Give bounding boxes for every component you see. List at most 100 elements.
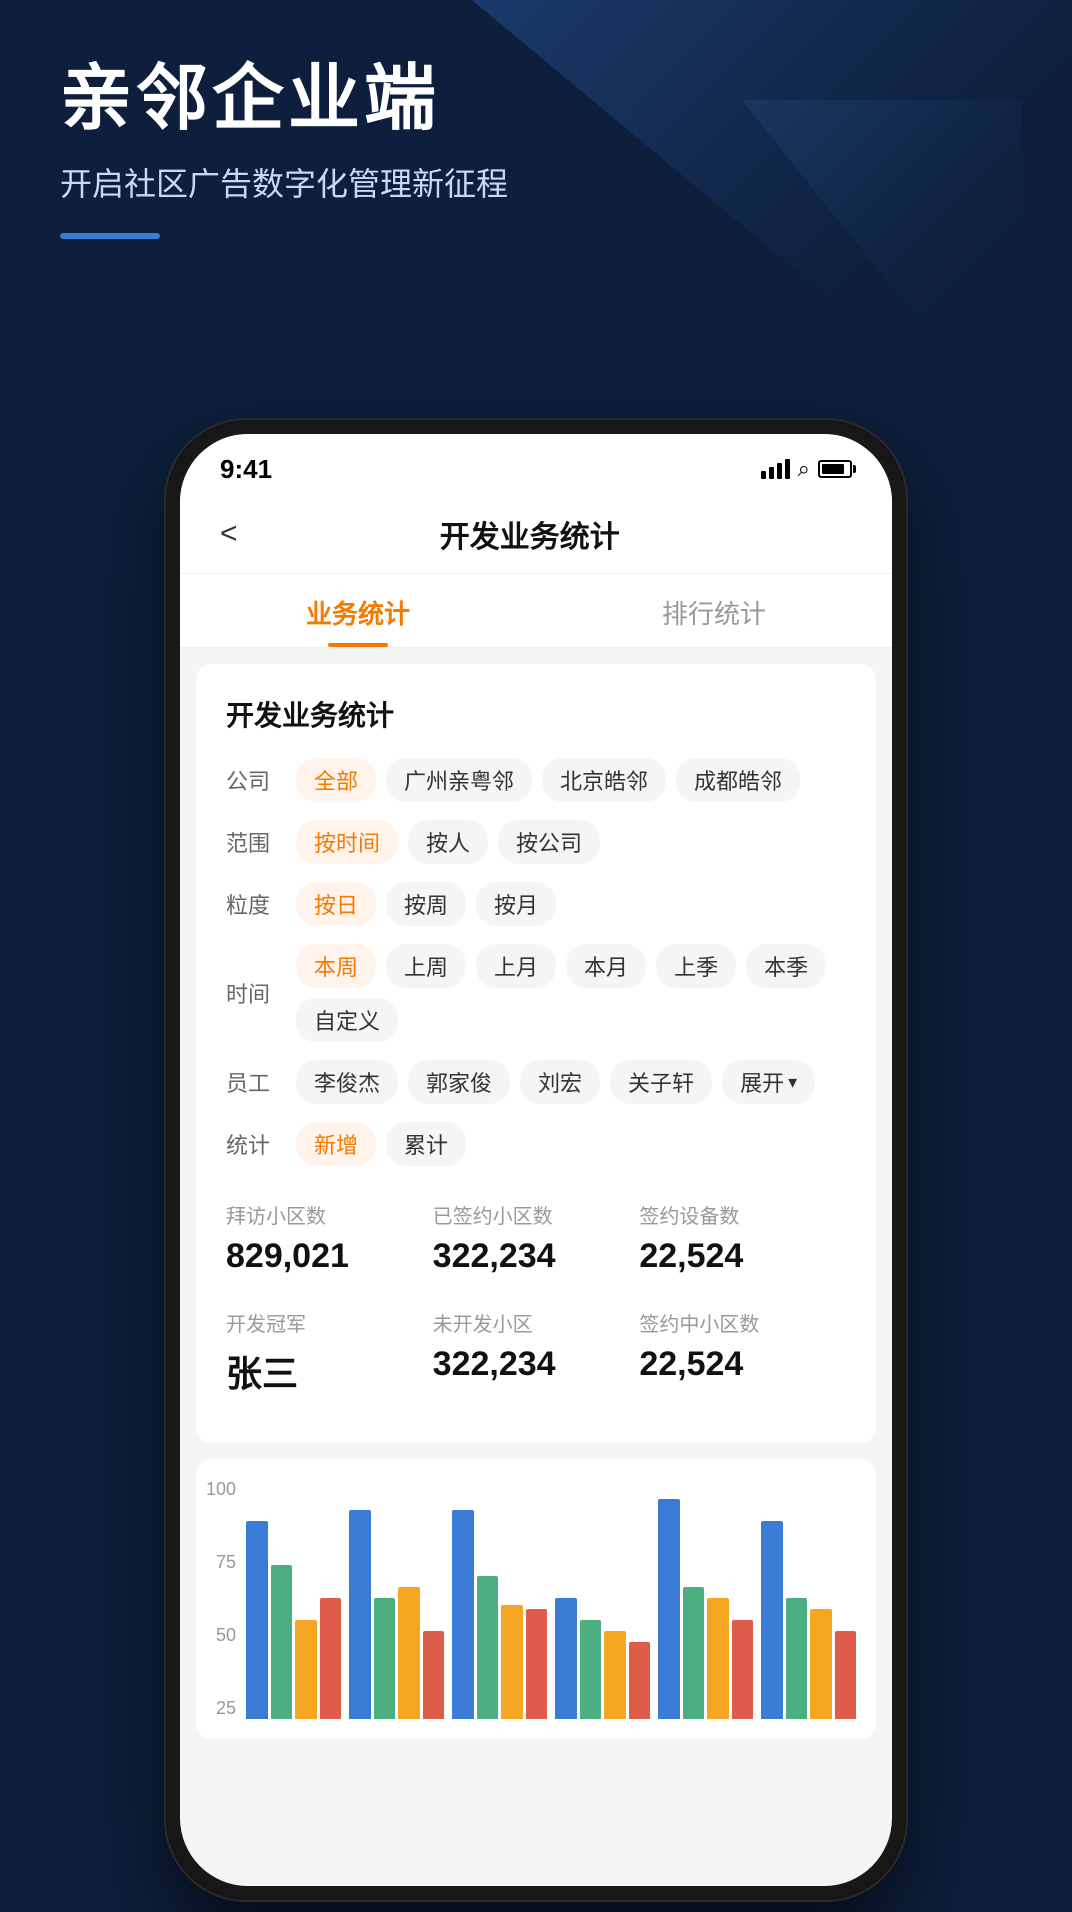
tabs-bar: 业务统计 排行统计 (180, 574, 892, 648)
tag-expand[interactable]: 展开 ▾ (722, 1060, 815, 1104)
time-label: 时间 (226, 977, 286, 1009)
tag-this-week[interactable]: 本周 (296, 944, 376, 988)
bar-orange-5 (810, 1609, 832, 1719)
stat-value-devices: 22,524 (639, 1237, 846, 1276)
tag-last-quarter[interactable]: 上季 (656, 944, 736, 988)
stat-label-devices: 签约设备数 (639, 1200, 846, 1229)
back-button[interactable]: < (210, 507, 248, 561)
bar-green-4 (683, 1587, 705, 1719)
tag-guojiajun[interactable]: 郭家俊 (408, 1060, 510, 1104)
bar-red-2 (526, 1609, 548, 1719)
bar-chart: 100 75 50 25 (196, 1459, 876, 1739)
bar-group-3 (555, 1598, 650, 1719)
bar-red-1 (423, 1631, 445, 1719)
tag-last-week[interactable]: 上周 (386, 944, 466, 988)
bar-blue-5 (761, 1521, 783, 1719)
phone-outer-frame: 9:41 ⌕ (166, 420, 906, 1900)
signal-icon (761, 459, 790, 479)
bar-red-4 (732, 1620, 754, 1719)
y-label-50: 50 (216, 1625, 236, 1646)
blue-bar-decoration (60, 233, 160, 239)
stat-value-champion: 张三 (226, 1345, 433, 1397)
content-area: 开发业务统计 公司 全部 广州亲粤邻 北京皓邻 成都皓邻 (180, 648, 892, 1886)
range-label: 范围 (226, 826, 286, 858)
tag-cumulative[interactable]: 累计 (386, 1122, 466, 1166)
bar-red-5 (835, 1631, 857, 1719)
phone-mockup: 9:41 ⌕ (166, 420, 906, 1900)
chart-bars (246, 1479, 856, 1719)
range-tags: 按时间 按人 按公司 (296, 820, 846, 864)
bar-blue-1 (349, 1510, 371, 1719)
header-section: 亲邻企业端 开启社区广告数字化管理新征程 (60, 60, 508, 239)
bar-orange-2 (501, 1605, 523, 1719)
tag-custom[interactable]: 自定义 (296, 998, 398, 1042)
stat-in-progress: 签约中小区数 22,524 (639, 1292, 846, 1413)
bar-group-2 (452, 1510, 547, 1719)
bar-group-4 (658, 1499, 753, 1719)
time-tags: 本周 上周 上月 本月 上季 本季 自定义 (296, 944, 846, 1042)
tag-new[interactable]: 新增 (296, 1122, 376, 1166)
stats-grid: 拜访小区数 829,021 已签约小区数 322,234 签约设备数 22,52… (226, 1184, 846, 1413)
tab-business-stats[interactable]: 业务统计 (180, 574, 536, 647)
stat-undeveloped: 未开发小区 322,234 (433, 1292, 640, 1413)
stat-value-signed: 322,234 (433, 1237, 640, 1276)
stat-value-in-progress: 22,524 (639, 1345, 846, 1384)
bar-orange-1 (398, 1587, 420, 1719)
stat-label-in-progress: 签约中小区数 (639, 1308, 846, 1337)
sub-title: 开启社区广告数字化管理新征程 (60, 159, 508, 205)
wifi-icon: ⌕ (798, 456, 810, 482)
time-filter-row: 时间 本周 上周 上月 本月 上季 本季 自定义 (226, 944, 846, 1042)
y-label-75: 75 (216, 1552, 236, 1573)
bar-red-0 (320, 1598, 342, 1719)
tag-by-month[interactable]: 按月 (476, 882, 556, 926)
bar-green-1 (374, 1598, 396, 1719)
tag-by-week[interactable]: 按周 (386, 882, 466, 926)
tag-by-time[interactable]: 按时间 (296, 820, 398, 864)
bar-group-0 (246, 1521, 341, 1719)
stat-signed-communities: 已签约小区数 322,234 (433, 1184, 640, 1292)
company-filter-row: 公司 全部 广州亲粤邻 北京皓邻 成都皓邻 (226, 758, 846, 802)
tag-by-person[interactable]: 按人 (408, 820, 488, 864)
bar-green-3 (580, 1620, 602, 1719)
tag-liuhong[interactable]: 刘宏 (520, 1060, 600, 1104)
granularity-filter-row: 粒度 按日 按周 按月 (226, 882, 846, 926)
status-icons: ⌕ (761, 456, 852, 482)
chevron-down-icon: ▾ (788, 1072, 797, 1093)
y-label-25: 25 (216, 1698, 236, 1719)
tag-by-company[interactable]: 按公司 (498, 820, 600, 864)
bar-orange-3 (604, 1631, 626, 1719)
employee-filter-row: 员工 李俊杰 郭家俊 刘宏 关子轩 展开 ▾ (226, 1060, 846, 1104)
tag-beijing[interactable]: 北京皓邻 (542, 758, 666, 802)
nav-bar: < 开发业务统计 (180, 494, 892, 574)
tag-this-month[interactable]: 本月 (566, 944, 646, 988)
bar-green-5 (786, 1598, 808, 1719)
stat-label-signed: 已签约小区数 (433, 1200, 640, 1229)
bar-blue-3 (555, 1598, 577, 1719)
tag-by-day[interactable]: 按日 (296, 882, 376, 926)
bar-blue-2 (452, 1510, 474, 1719)
stat-label-champion: 开发冠军 (226, 1308, 433, 1337)
employee-tags: 李俊杰 郭家俊 刘宏 关子轩 展开 ▾ (296, 1060, 846, 1104)
granularity-tags: 按日 按周 按月 (296, 882, 846, 926)
range-filter-row: 范围 按时间 按人 按公司 (226, 820, 846, 864)
bar-red-3 (629, 1642, 651, 1719)
bar-green-0 (271, 1565, 293, 1719)
y-label-100: 100 (206, 1479, 236, 1500)
stat-value-visit: 829,021 (226, 1237, 433, 1276)
stat-label-visit: 拜访小区数 (226, 1200, 433, 1229)
tag-guangzhou[interactable]: 广州亲粤邻 (386, 758, 532, 802)
tag-guanzixuan[interactable]: 关子轩 (610, 1060, 712, 1104)
stat-visit-communities: 拜访小区数 829,021 (226, 1184, 433, 1292)
status-bar: 9:41 ⌕ (180, 434, 892, 494)
tag-all[interactable]: 全部 (296, 758, 376, 802)
tag-lijunjie[interactable]: 李俊杰 (296, 1060, 398, 1104)
company-tags: 全部 广州亲粤邻 北京皓邻 成都皓邻 (296, 758, 846, 802)
stats-type-filter-row: 统计 新增 累计 (226, 1122, 846, 1166)
tag-this-quarter[interactable]: 本季 (746, 944, 826, 988)
tab-ranking-stats[interactable]: 排行统计 (536, 574, 892, 647)
tag-chengdu[interactable]: 成都皓邻 (676, 758, 800, 802)
bar-blue-0 (246, 1521, 268, 1719)
stats-card-title: 开发业务统计 (226, 694, 846, 734)
tag-last-month[interactable]: 上月 (476, 944, 556, 988)
bar-group-5 (761, 1521, 856, 1719)
